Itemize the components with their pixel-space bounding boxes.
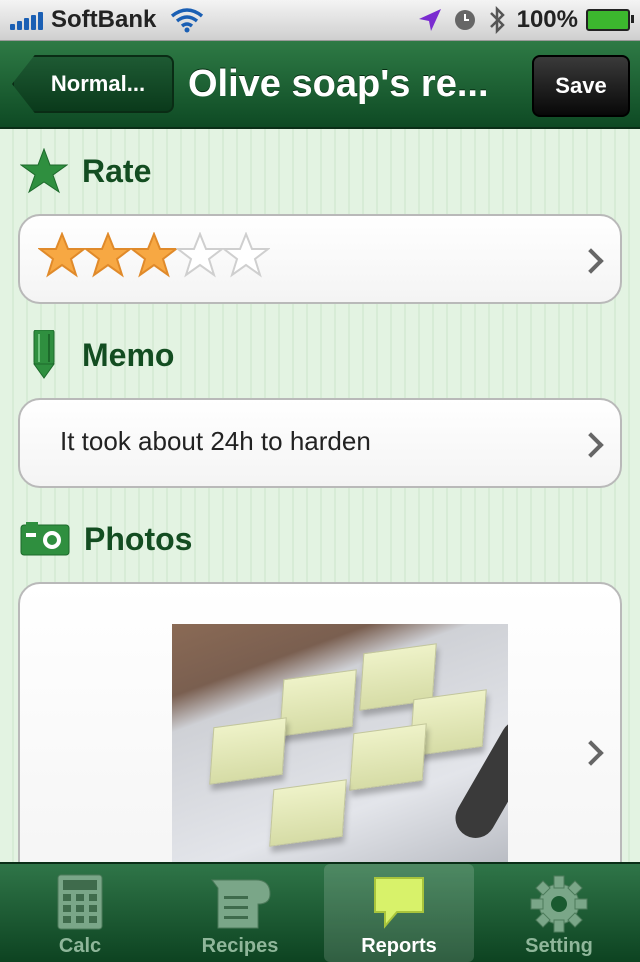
tab-reports[interactable]: Reports [324, 864, 474, 962]
rate-label: Rate [82, 152, 152, 189]
tab-setting[interactable]: Setting [484, 864, 634, 962]
photo-soap-bar [279, 669, 357, 737]
gear-icon [530, 875, 588, 933]
star-filled-icon [84, 232, 132, 278]
memo-text: It took about 24h to harden [60, 426, 371, 456]
battery-percent: 100% [516, 6, 578, 33]
bluetooth-icon [489, 6, 505, 34]
carrier-name: SoftBank [51, 6, 157, 33]
chevron-right-icon [578, 248, 604, 274]
recipe-book-icon [211, 879, 271, 929]
calculator-icon [57, 874, 103, 930]
page-title: Olive soap's re... [188, 63, 489, 105]
status-right: 100% [417, 6, 634, 34]
speech-bubble-icon [374, 877, 424, 929]
wifi-icon [171, 8, 204, 33]
photos-header: Photos [20, 514, 192, 564]
tab-label: Setting [525, 935, 593, 957]
camera-icon [20, 522, 70, 556]
signal-bars-icon [10, 10, 45, 30]
photo-soap-bar [209, 717, 287, 785]
tab-recipes[interactable]: Recipes [165, 864, 315, 962]
soap-photo[interactable] [172, 624, 508, 864]
star-rating [38, 232, 270, 278]
tab-label: Reports [361, 935, 437, 957]
star-icon [20, 148, 68, 194]
status-left: SoftBank [10, 6, 204, 34]
star-filled-icon [38, 232, 86, 278]
tab-label: Recipes [201, 935, 279, 957]
tab-bar: Calc Recipes Reports Setting [0, 862, 640, 962]
photos-label: Photos [84, 520, 193, 557]
photo-soap-bar [269, 779, 347, 847]
memo-label: Memo [82, 336, 175, 373]
tab-calc[interactable]: Calc [5, 864, 155, 962]
status-bar: SoftBank 100% [0, 0, 640, 41]
photo-soap-bar [349, 723, 427, 791]
memo-header: Memo [20, 330, 174, 380]
battery-icon [586, 9, 634, 31]
nav-bar: Normal... Olive soap's re... Save [0, 41, 640, 129]
save-button[interactable]: Save [532, 55, 630, 117]
rate-header: Rate [20, 146, 151, 196]
rate-row[interactable] [18, 214, 622, 304]
star-filled-icon [130, 232, 178, 278]
chevron-right-icon [578, 432, 604, 458]
tab-label: Calc [58, 935, 102, 957]
back-button[interactable]: Normal... [12, 55, 174, 113]
star-empty-icon [222, 232, 270, 278]
pencil-icon [33, 330, 55, 379]
alarm-clock-icon [454, 10, 475, 30]
location-arrow-icon [418, 9, 441, 31]
chevron-right-icon [578, 740, 604, 766]
star-empty-icon [176, 232, 224, 278]
memo-row[interactable]: It took about 24h to harden [18, 398, 622, 488]
